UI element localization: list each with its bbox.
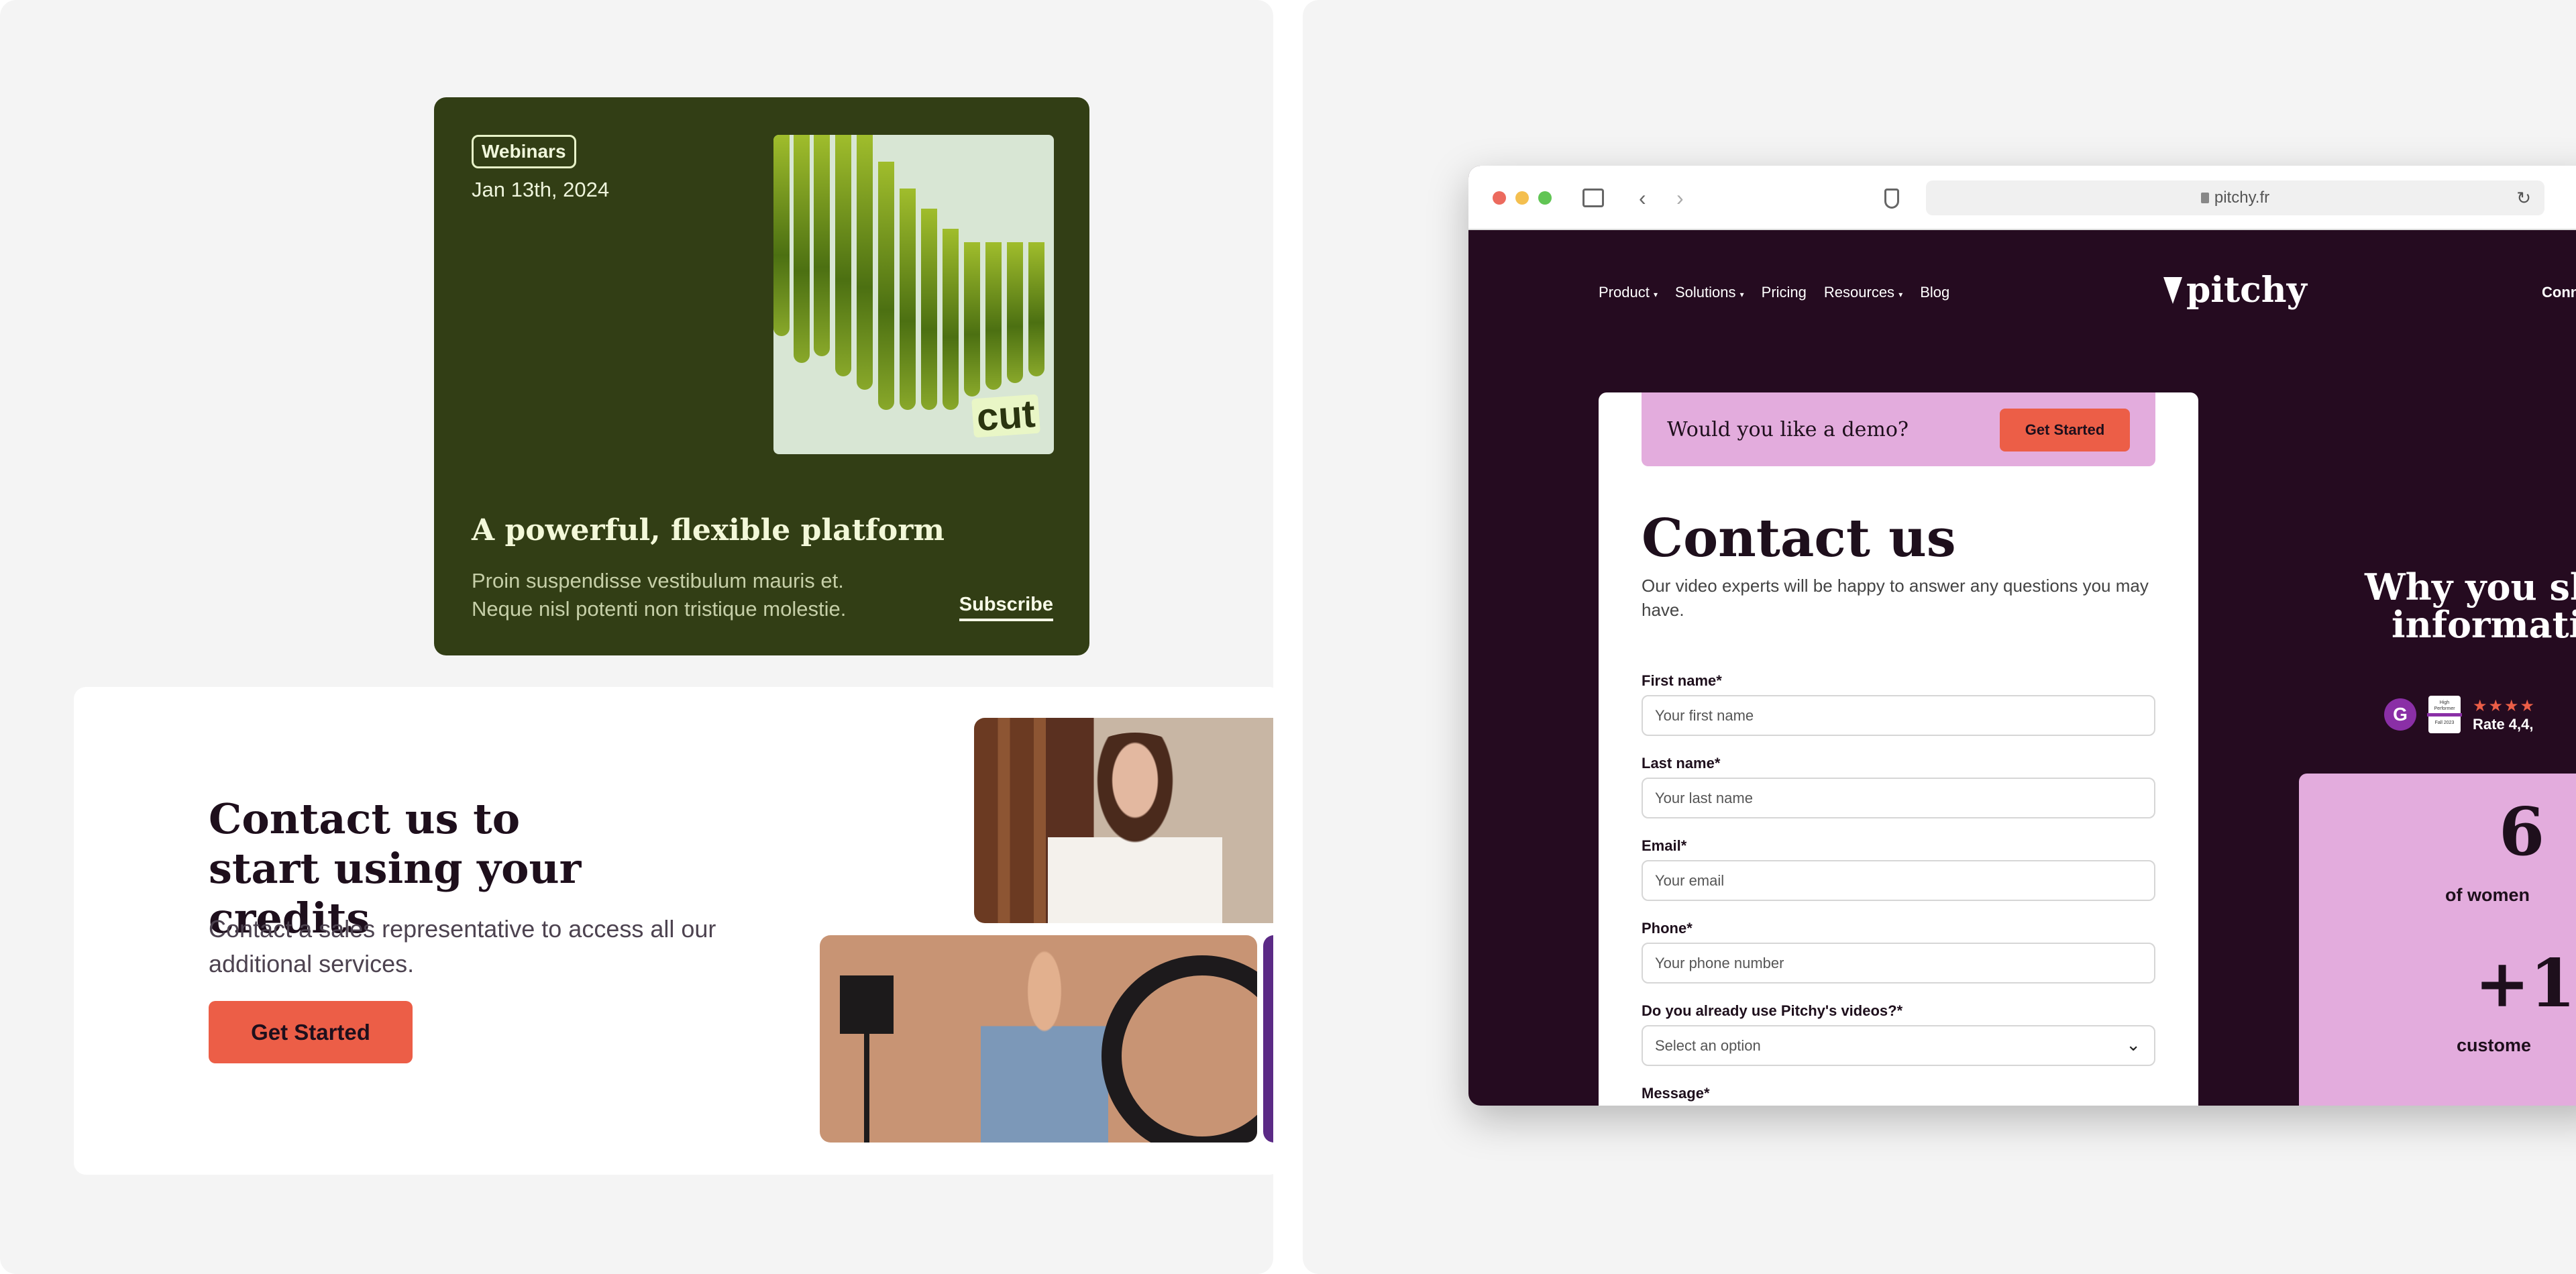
pitchy-logo[interactable]: pitchy [2163,270,2307,311]
why-heading: Why you sh informati [2365,566,2576,646]
first-name-input[interactable]: Your first name [1642,695,2155,736]
phone-input[interactable]: Your phone number [1642,943,2155,984]
phone-label: Phone* [1642,920,1693,937]
rating-text: Rate 4,4, [2473,715,2534,733]
high-performer-badge: High Performer Fall 2023 [2427,696,2462,733]
reload-icon[interactable]: ↻ [2516,188,2531,209]
ring-light-shape [1102,955,1257,1143]
credits-description: Contact a sales representative to access… [209,915,716,977]
rating-badges: G High Performer Fall 2023 ★★★★ Rate 4,4… [2384,696,2536,733]
nav-product[interactable]: Product ▾ [1599,284,1658,301]
star-rating-icon: ★★★★ [2473,696,2536,715]
uses-pitchy-label: Do you already use Pitchy's videos?* [1642,1002,1903,1019]
right-panel: ‹ › pitchy.fr ↻ Product ▾ Solutions ▾ Pr… [1303,0,2576,1274]
get-started-button[interactable]: Get Started [209,1001,413,1063]
dropdown-caret-icon: ▾ [1898,290,1903,299]
demo-banner: Would you like a demo? Get Started [1642,392,2155,466]
camera-shape [840,975,894,1143]
maximize-window-icon[interactable] [1538,191,1552,205]
dropdown-caret-icon: ▾ [1739,290,1744,299]
sidebar-icon[interactable] [1582,189,1604,207]
description-line: Proin suspendisse vestibulum mauris et. [472,569,844,592]
form-description: Our video experts will be happy to answe… [1642,576,2149,620]
stat-label: of women [2445,885,2530,905]
address-bar[interactable]: pitchy.fr ↻ [1926,180,2544,215]
demo-get-started-button[interactable]: Get Started [2000,409,2130,452]
nav-solutions[interactable]: Solutions ▾ [1675,284,1744,301]
site-nav: Product ▾ Solutions ▾ Pricing Resources … [1599,284,1949,301]
email-input[interactable]: Your email [1642,860,2155,901]
first-name-label: First name* [1642,672,1722,689]
forward-icon[interactable]: › [1676,186,1684,210]
logo-mark-icon [2163,276,2182,304]
lock-icon [2200,193,2209,203]
back-icon[interactable]: ‹ [1639,186,1646,210]
stat-label: custome [2457,1035,2532,1055]
description-line: Neque nisl potenti non tristique molesti… [472,597,847,621]
left-panel: Webinars Jan 13th, 2024 cut A powerful, … [0,0,1273,1274]
webinar-description: Proin suspendisse vestibulum mauris et. … [472,567,846,623]
contact-form-card: Would you like a demo? Get Started Conta… [1599,392,2198,1106]
webinar-date: Jan 13th, 2024 [472,178,610,201]
last-name-label: Last name* [1642,755,1721,772]
stat-value: +1 [2475,945,2576,1022]
webinar-tag: Webinars [472,135,576,168]
webinar-image: cut [773,135,1054,454]
minimize-window-icon[interactable] [1515,191,1529,205]
browser-window: ‹ › pitchy.fr ↻ Product ▾ Solutions ▾ Pr… [1468,166,2576,1106]
stats-card: 6 of women +1 custome [2299,774,2576,1106]
nav-resources[interactable]: Resources ▾ [1824,284,1902,301]
shield-icon[interactable] [1884,189,1899,209]
chevron-down-icon: ⌄ [2126,1034,2141,1055]
webinar-card[interactable]: Webinars Jan 13th, 2024 cut A powerful, … [434,97,1089,655]
subscribe-link[interactable]: Subscribe [959,594,1053,621]
image-caption: cut [971,392,1040,439]
man-photo [820,935,1257,1143]
demo-banner-text: Would you like a demo? [1667,418,1909,441]
nav-blog[interactable]: Blog [1920,284,1949,301]
last-name-input[interactable]: Your last name [1642,778,2155,818]
woman-photo [974,718,1273,923]
stat-value: 6 [2499,794,2545,871]
webinar-title: A powerful, flexible platform [472,513,945,547]
nav-right-partial[interactable]: Conn [2542,284,2576,301]
nav-pricing[interactable]: Pricing [1762,284,1807,301]
third-photo [1263,935,1273,1143]
close-window-icon[interactable] [1493,191,1506,205]
browser-toolbar: ‹ › pitchy.fr ↻ [1468,166,2576,230]
email-label: Email* [1642,837,1687,854]
dropdown-caret-icon: ▾ [1653,290,1658,299]
uses-pitchy-select[interactable]: Select an option ⌄ [1642,1025,2155,1066]
url-text: pitchy.fr [2214,189,2270,207]
message-label: Message* [1642,1085,1710,1102]
form-title: Contact us [1642,508,1956,569]
credits-card: Contact us to start using your credits C… [74,687,1273,1175]
g2-logo-icon: G [2384,698,2416,731]
